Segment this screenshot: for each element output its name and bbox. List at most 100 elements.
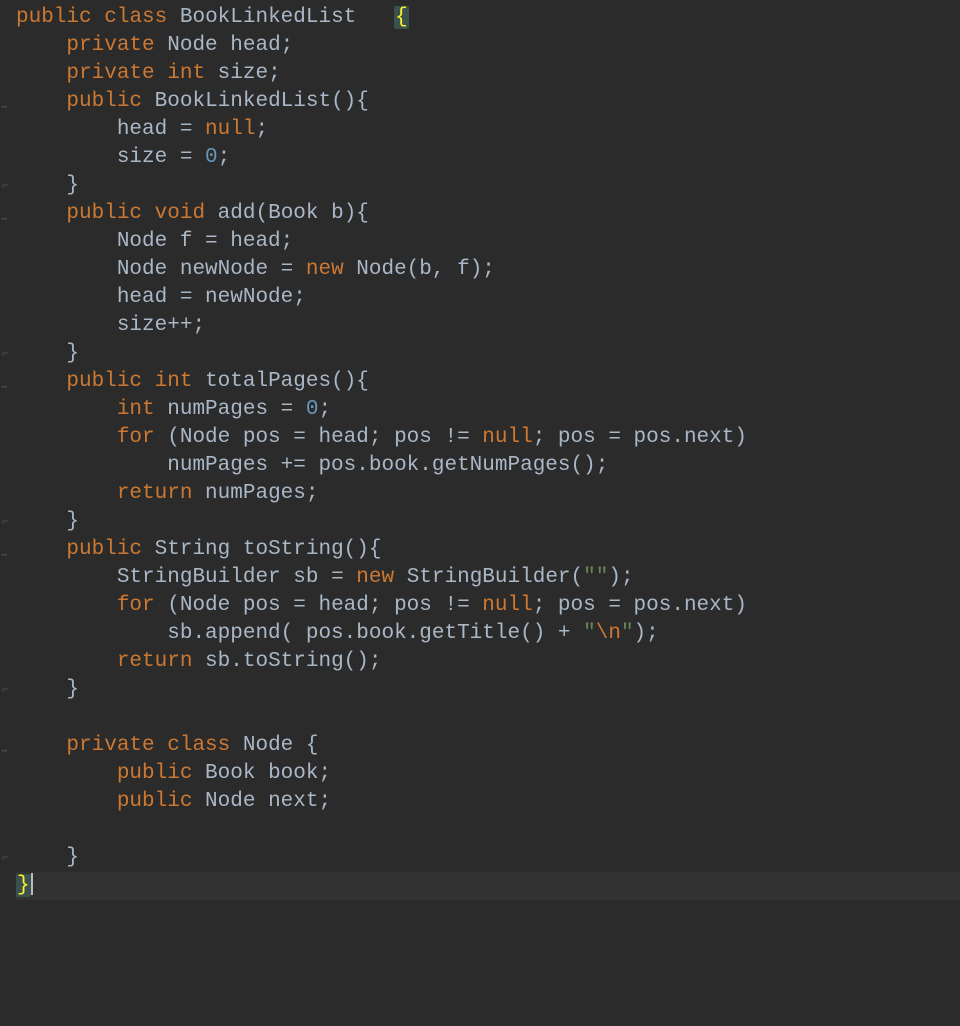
gutter-row — [0, 424, 14, 452]
tp-body: numPages += pos.book.getNumPages(); — [167, 454, 608, 477]
brace-close: } — [66, 510, 79, 533]
gutter-fold-icon[interactable]: ⎵ — [0, 732, 14, 760]
method-tostring-sig: String toString(){ — [142, 538, 381, 561]
gutter-row — [0, 256, 14, 284]
gutter-fold-icon[interactable]: ⎵ — [0, 200, 14, 228]
number-zero: 0 — [306, 398, 319, 421]
keyword-int: int — [117, 398, 155, 421]
gutter-end-icon: ⌐ — [0, 172, 14, 200]
string-empty: "" — [583, 566, 608, 589]
gutter-row — [0, 480, 14, 508]
keyword-int: int — [155, 370, 193, 393]
number-zero: 0 — [205, 146, 218, 169]
text-caret — [31, 873, 33, 895]
keyword-class: class — [167, 734, 230, 757]
gutter-row — [0, 704, 14, 732]
ts-l1end: ); — [608, 566, 633, 589]
node-field-next: Node next; — [192, 790, 331, 813]
semicolon: ; — [218, 146, 231, 169]
keyword-public: public — [117, 790, 193, 813]
keyword-public: public — [66, 202, 142, 225]
keyword-public: public — [66, 370, 142, 393]
gutter-row — [0, 620, 14, 648]
ctor-body-1a: head = — [117, 118, 205, 141]
keyword-for: for — [117, 594, 155, 617]
method-totalpages-sig: totalPages(){ — [192, 370, 368, 393]
gutter-row — [0, 452, 14, 480]
string-escape-newline: \n — [596, 622, 621, 645]
gutter-fold-icon[interactable]: ⎵ — [0, 88, 14, 116]
brace-close: } — [66, 342, 79, 365]
keyword-new: new — [356, 566, 394, 589]
gutter-end-icon: ⌐ — [0, 844, 14, 872]
brace-close-highlighted: } — [16, 874, 31, 897]
field-size: size; — [218, 62, 281, 85]
ts-l1a: StringBuilder sb = — [117, 566, 356, 589]
keyword-public: public — [66, 90, 142, 113]
node-field-book: Book book; — [192, 762, 331, 785]
keyword-void: void — [155, 202, 205, 225]
ts-for-a: (Node pos = head; pos != — [155, 594, 483, 617]
class-name: BookLinkedList — [180, 6, 356, 29]
inner-class-node-sig: Node { — [230, 734, 318, 757]
gutter-row — [0, 816, 14, 844]
field-head: Node head; — [167, 34, 293, 57]
keyword-private: private — [66, 734, 154, 757]
add-line3: head = newNode; — [117, 286, 306, 309]
gutter-fold-icon[interactable]: ⎵ — [0, 536, 14, 564]
ts-l1b: StringBuilder( — [394, 566, 583, 589]
brace-close: } — [66, 174, 79, 197]
add-line2a: Node newNode = — [117, 258, 306, 281]
keyword-null: null — [205, 118, 255, 141]
gutter-row — [0, 312, 14, 340]
add-line2b: Node(b, f); — [344, 258, 495, 281]
tp-for-a: (Node pos = head; pos != — [155, 426, 483, 449]
tp-for-b: ; pos = pos.next) — [533, 426, 747, 449]
gutter-row — [0, 396, 14, 424]
keyword-return: return — [117, 650, 193, 673]
code-editor-content[interactable]: public class BookLinkedList { private No… — [16, 4, 960, 900]
brace-open-highlighted: { — [394, 6, 409, 29]
keyword-public: public — [66, 538, 142, 561]
gutter-row — [0, 144, 14, 172]
keyword-int: int — [167, 62, 205, 85]
tp-l1a: numPages = — [155, 398, 306, 421]
brace-close: } — [66, 678, 79, 701]
gutter-row — [0, 648, 14, 676]
editor-gutter: ⎵ ⌐ ⎵ ⌐ ⎵ ⌐ ⎵ ⌐ ⎵ ⌐ — [0, 4, 14, 1026]
keyword-class: class — [104, 6, 167, 29]
gutter-row — [0, 592, 14, 620]
add-line4: size++; — [117, 314, 205, 337]
semicolon: ; — [318, 398, 331, 421]
gutter-end-icon: ⌐ — [0, 508, 14, 536]
keyword-public: public — [16, 6, 92, 29]
keyword-private: private — [66, 62, 154, 85]
gutter-row — [0, 284, 14, 312]
ctor-body-2a: size = — [117, 146, 205, 169]
semicolon: ; — [255, 118, 268, 141]
gutter-row — [0, 4, 14, 32]
keyword-null: null — [482, 426, 532, 449]
ts-body-end: ); — [634, 622, 659, 645]
gutter-row — [0, 60, 14, 88]
gutter-row — [0, 32, 14, 60]
ts-ret: sb.toString(); — [192, 650, 381, 673]
tp-ret: numPages; — [192, 482, 318, 505]
ts-body-a: sb.append( pos.book.getTitle() + — [167, 622, 583, 645]
gutter-row — [0, 760, 14, 788]
string-quote: " — [621, 622, 634, 645]
gutter-row — [0, 788, 14, 816]
gutter-fold-icon[interactable]: ⎵ — [0, 368, 14, 396]
brace-close: } — [66, 846, 79, 869]
keyword-private: private — [66, 34, 154, 57]
gutter-row — [0, 564, 14, 592]
gutter-row — [0, 116, 14, 144]
method-add-sig: add(Book b){ — [205, 202, 369, 225]
keyword-null: null — [482, 594, 532, 617]
keyword-return: return — [117, 482, 193, 505]
keyword-new: new — [306, 258, 344, 281]
keyword-public: public — [117, 762, 193, 785]
gutter-end-icon: ⌐ — [0, 676, 14, 704]
string-quote: " — [583, 622, 596, 645]
ctor-sig: BookLinkedList(){ — [155, 90, 369, 113]
